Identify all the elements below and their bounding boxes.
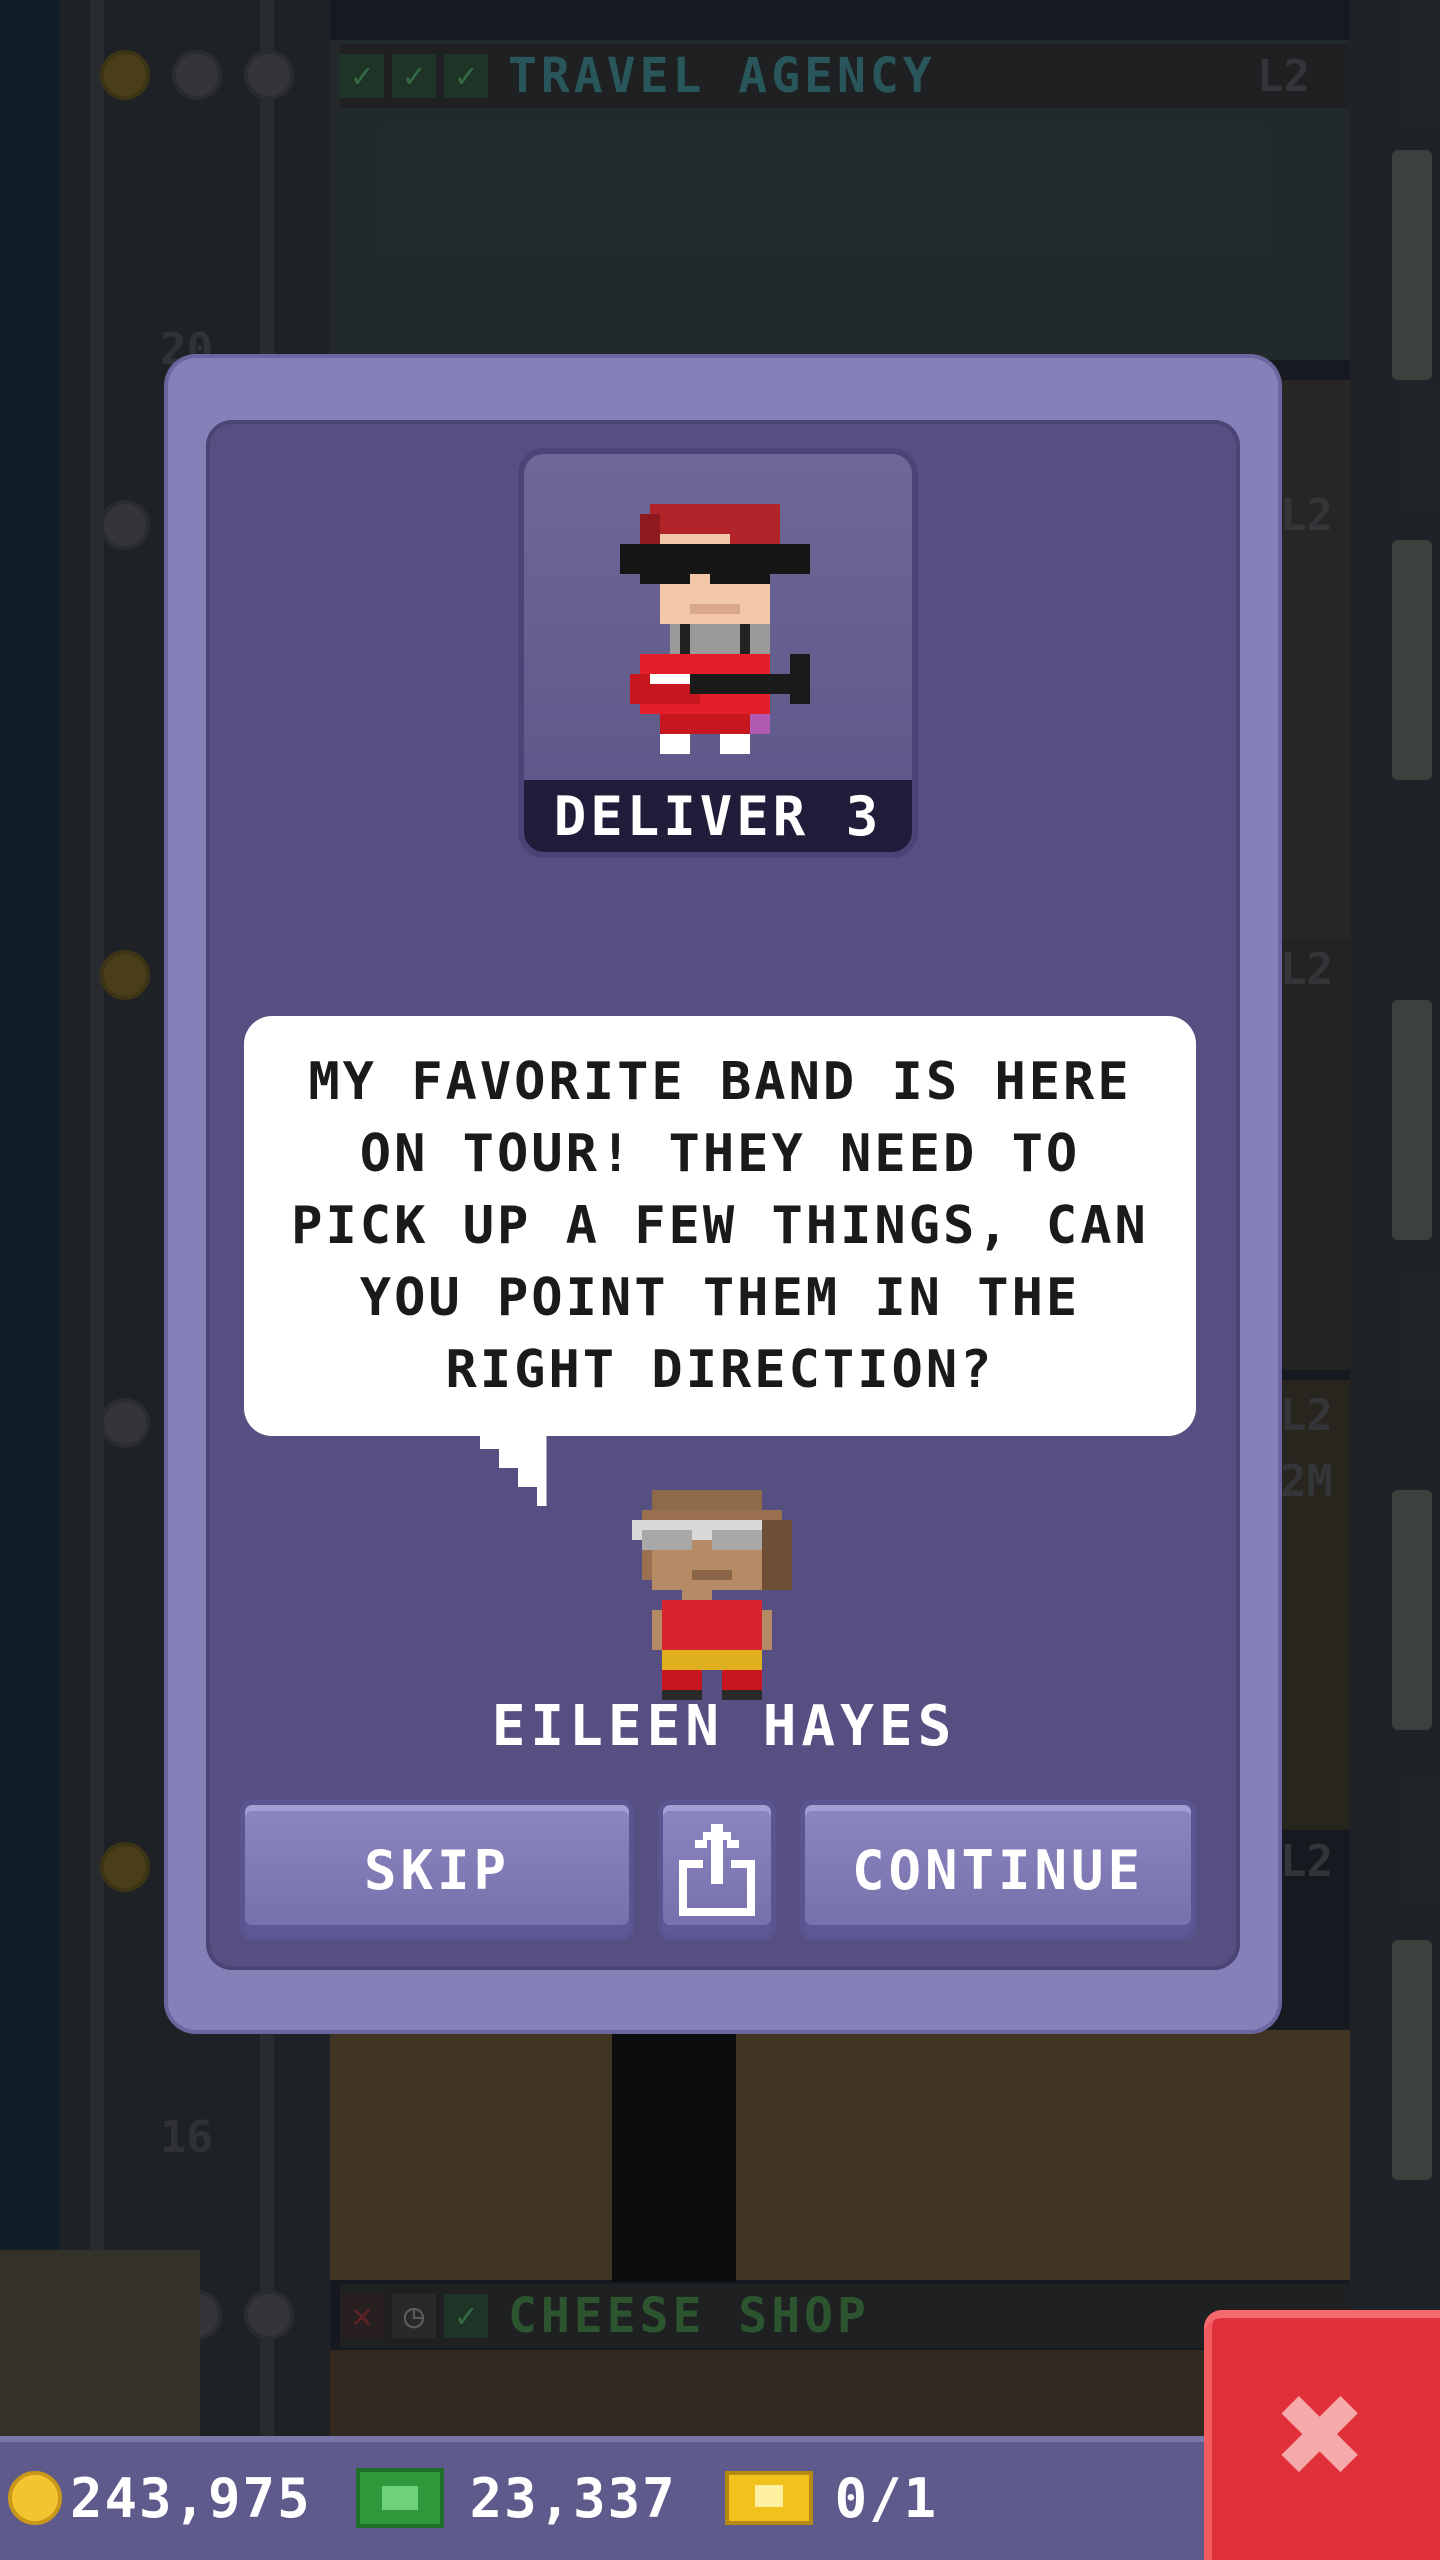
eileen-character-icon bbox=[632, 1490, 792, 1700]
dialog-line: ON TOUR! THEY NEED TO bbox=[359, 1124, 1081, 1184]
speaker-name: EILEEN HAYES bbox=[491, 1694, 957, 1759]
coins-value: 243,975 bbox=[70, 2466, 312, 2530]
ticket-icon bbox=[724, 2471, 813, 2525]
dialog-line: YOU POINT THEM IN THE bbox=[359, 1268, 1081, 1328]
tickets-counter[interactable]: 0/1 bbox=[685, 2467, 939, 2530]
continue-button-label: CONTINUE bbox=[851, 1838, 1145, 1902]
speech-bubble: MY FAVORITE BAND IS HERE ON TOUR! THEY N… bbox=[244, 1016, 1196, 1436]
share-icon bbox=[679, 1824, 755, 1916]
skip-button[interactable]: SKIP bbox=[240, 1800, 634, 1940]
close-icon: ✖ bbox=[1276, 2348, 1368, 2522]
close-button[interactable]: ✖ bbox=[1204, 2310, 1440, 2560]
coin-icon bbox=[8, 2471, 62, 2525]
coins-counter[interactable]: 243,975 bbox=[8, 2467, 312, 2530]
dialog-line: PICK UP A FEW THINGS, CAN bbox=[291, 1196, 1149, 1256]
bux-counter[interactable]: 23,337 bbox=[320, 2467, 677, 2530]
quest-card: DELIVER 3 bbox=[518, 448, 918, 858]
skip-button-label: SKIP bbox=[363, 1838, 511, 1902]
dialog-line: RIGHT DIRECTION? bbox=[445, 1340, 995, 1400]
bux-icon bbox=[355, 2468, 444, 2528]
speech-bubble-tail bbox=[479, 1430, 547, 1506]
bux-value: 23,337 bbox=[469, 2466, 677, 2530]
continue-button[interactable]: CONTINUE bbox=[800, 1800, 1196, 1940]
tickets-value: 0/1 bbox=[834, 2466, 939, 2530]
dialog-line: MY FAVORITE BAND IS HERE bbox=[308, 1052, 1132, 1112]
rocker-character-icon bbox=[620, 504, 810, 754]
dialog-text: MY FAVORITE BAND IS HERE ON TOUR! THEY N… bbox=[280, 1046, 1160, 1406]
quest-objective-label: DELIVER 3 bbox=[524, 780, 912, 852]
share-button[interactable] bbox=[658, 1800, 776, 1940]
